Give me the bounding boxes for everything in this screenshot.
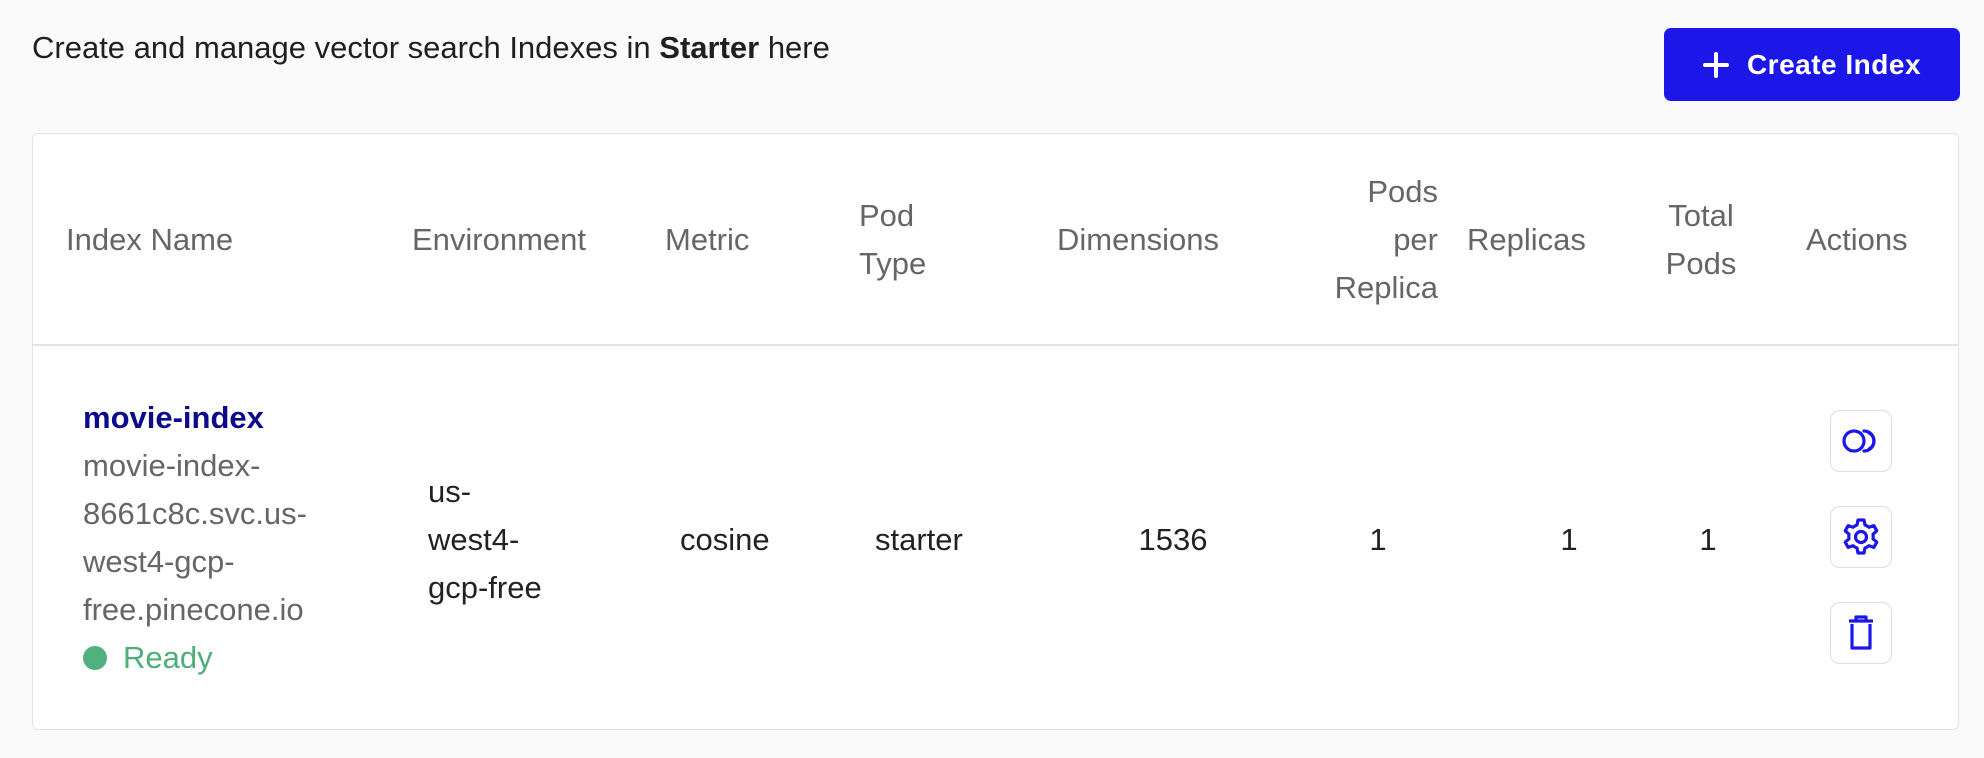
index-host-line: 8661c8c.svc.us- <box>83 496 307 531</box>
create-index-label: Create Index <box>1746 48 1922 80</box>
column-header-pods-per-replica-line: Replica <box>1334 270 1438 305</box>
column-header-pod-type-line: Pod <box>859 198 915 233</box>
create-index-button[interactable]: Create Index <box>1664 28 1960 101</box>
replicas-cell: 1 <box>1560 522 1578 557</box>
trash-icon <box>1849 615 1873 650</box>
column-header-pod-type: Pod Type <box>859 192 926 288</box>
index-name-link[interactable]: movie-index <box>83 394 264 442</box>
pods-per-replica-cell: 1 <box>1369 522 1387 557</box>
column-header-pods-per-replica: Pods per Replica <box>1288 168 1438 312</box>
configure-index-button[interactable] <box>1830 506 1892 568</box>
dimensions-cell: 1536 <box>1138 522 1208 557</box>
intro-prefix: Create and manage vector search Indexes … <box>32 30 660 65</box>
environment-line: gcp-free <box>428 570 542 605</box>
create-collection-button[interactable] <box>1830 410 1892 472</box>
index-host-line: movie-index- <box>83 448 261 483</box>
intro-text: Create and manage vector search Indexes … <box>32 30 830 66</box>
column-header-total-pods-line: Total <box>1668 198 1734 233</box>
column-header-metric: Metric <box>665 222 750 257</box>
plus-icon <box>1702 51 1729 78</box>
environment-line: west4- <box>428 522 520 557</box>
metric-cell: cosine <box>680 522 770 557</box>
column-header-index-name: Index Name <box>66 222 234 257</box>
column-header-pods-per-replica-line: per <box>1393 222 1438 257</box>
environment-line: us- <box>428 474 472 509</box>
column-header-replicas: Replicas <box>1467 222 1586 257</box>
gear-icon <box>1843 518 1879 555</box>
total-pods-cell: 1 <box>1699 522 1717 557</box>
index-host-line: free.pinecone.io <box>83 592 304 627</box>
pod-type-cell: starter <box>875 522 963 557</box>
collection-icon <box>1842 429 1876 453</box>
status-dot-icon <box>83 646 107 670</box>
status-label: Ready <box>123 640 213 675</box>
indexes-table: Index Name Environment Metric Pod Type D… <box>32 133 1959 730</box>
column-header-environment: Environment <box>412 222 587 257</box>
column-header-pods-per-replica-line: Pods <box>1367 174 1438 209</box>
column-header-dimensions: Dimensions <box>1057 222 1219 257</box>
index-host: movie-index- 8661c8c.svc.us- west4-gcp- … <box>83 442 353 634</box>
project-name: Starter <box>659 30 760 65</box>
index-host-line: west4-gcp- <box>83 544 235 579</box>
intro-suffix: here <box>759 30 830 65</box>
column-header-actions: Actions <box>1806 222 1908 257</box>
column-header-total-pods: Total Pods <box>1651 192 1751 288</box>
delete-index-button[interactable] <box>1830 602 1892 664</box>
status-badge: Ready <box>83 634 213 682</box>
header-divider <box>33 344 1958 346</box>
environment-cell: us- west4- gcp-free <box>428 468 542 612</box>
column-header-pod-type-line: Type <box>859 246 927 281</box>
column-header-total-pods-line: Pods <box>1665 246 1737 281</box>
